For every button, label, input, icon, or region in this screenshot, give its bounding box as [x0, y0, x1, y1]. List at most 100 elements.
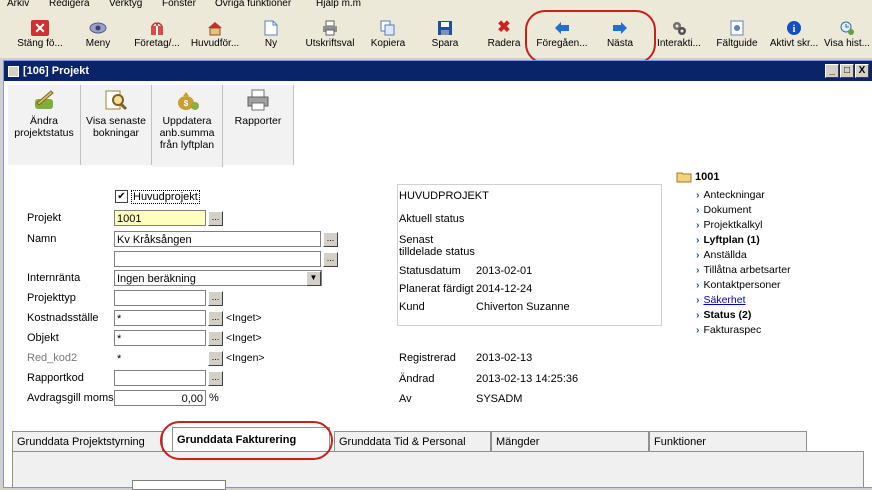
house-icon: [206, 20, 224, 36]
reports-action[interactable]: Rapporter: [223, 85, 294, 165]
project-window: [106] Projekt _ □ X Ändra projektstatus …: [3, 60, 872, 488]
info-icon: i: [785, 20, 803, 36]
av-label: Av: [399, 393, 412, 405]
tree-item-lyftplan[interactable]: › Lyftplan (1): [696, 234, 760, 246]
chevron-right-icon: ›: [696, 249, 700, 261]
menu-verktyg[interactable]: Verktyg: [109, 0, 142, 9]
menu-ovriga-funktioner[interactable]: Övriga funktioner: [215, 0, 291, 9]
kostnadsstalle-lookup-button[interactable]: ...: [208, 311, 223, 326]
objekt-lookup-button[interactable]: ...: [208, 331, 223, 346]
menu-hjalp[interactable]: Hjälp m.m: [316, 0, 361, 9]
projekt-lookup-button[interactable]: ...: [208, 211, 223, 226]
redkod2-field[interactable]: *: [114, 350, 206, 366]
new-button[interactable]: Ny: [251, 20, 291, 58]
andrad-value: 2013-02-13 14:25:36: [476, 373, 579, 385]
tree-item-projektkalkyl[interactable]: › Projektkalkyl: [696, 219, 762, 231]
change-project-status-action[interactable]: Ändra projektstatus: [8, 85, 81, 165]
kund-label: Kund: [399, 301, 425, 313]
tree-item-fakturaspec[interactable]: › Fakturaspec: [696, 324, 761, 336]
minimize-button[interactable]: _: [825, 64, 839, 78]
history-icon: [838, 20, 856, 36]
projekttyp-lookup-button[interactable]: ...: [208, 291, 223, 306]
tree-item-tillatna-arbetsarter[interactable]: › Tillåtna arbetsarter: [696, 264, 791, 276]
tree-item-status[interactable]: › Status (2): [696, 309, 751, 321]
objekt-field[interactable]: *: [114, 330, 206, 346]
huvudprojekt-checkbox[interactable]: ✔: [115, 190, 128, 203]
rapportkod-field[interactable]: [114, 370, 206, 386]
window-close-button[interactable]: X: [855, 64, 869, 78]
chevron-right-icon: ›: [696, 279, 700, 291]
company-gift-icon: [148, 20, 166, 36]
rapportkod-lookup-button[interactable]: ...: [208, 371, 223, 386]
maximize-button[interactable]: □: [840, 64, 854, 78]
highlight-circle-tab: [160, 421, 333, 460]
menu-redigera[interactable]: Redigera: [49, 0, 90, 9]
registrerad-label: Registrerad: [399, 352, 456, 364]
redkod2-lookup-button[interactable]: ...: [208, 351, 223, 366]
chevron-right-icon: ›: [696, 324, 700, 336]
namn-lookup-button[interactable]: ...: [323, 232, 338, 247]
menu-fonster[interactable]: Fönster: [162, 0, 196, 9]
window-titlebar: [106] Projekt _ □ X: [4, 61, 872, 81]
tree-item-anteckningar[interactable]: › Anteckningar: [696, 189, 765, 201]
edit-status-icon: [31, 89, 57, 111]
close-form-button[interactable]: ✕ Stäng fö...: [10, 20, 70, 58]
objekt-hint: <Inget>: [226, 332, 262, 344]
menu-button[interactable]: Meny: [74, 20, 122, 58]
svg-text:i: i: [793, 24, 796, 35]
tab-grunddata-projektstyrning[interactable]: Grunddata Projektstyrning: [12, 431, 163, 451]
highlight-circle-navigation: [525, 10, 656, 64]
field-guide-button[interactable]: Fältguide: [712, 20, 762, 58]
chevron-down-icon[interactable]: ▼: [306, 271, 321, 286]
copy-button[interactable]: Kopiera: [364, 20, 412, 58]
tree-item-dokument[interactable]: › Dokument: [696, 204, 751, 216]
print-options-button[interactable]: Utskriftsval: [300, 20, 360, 58]
partial-field[interactable]: [132, 480, 226, 490]
projekt-label: Projekt: [27, 212, 62, 224]
redkod2-hint: <Ingen>: [226, 352, 265, 364]
projekt-field[interactable]: 1001: [114, 210, 206, 226]
kostnadsstalle-hint: <Inget>: [226, 312, 262, 324]
tree-item-anstallda[interactable]: › Anställda: [696, 249, 747, 261]
delete-button[interactable]: ✖ Radera: [478, 20, 530, 58]
redkod2-label: Red_kod2: [27, 352, 78, 364]
namn2-lookup-button[interactable]: ...: [323, 252, 338, 267]
kostnadsstalle-field[interactable]: *: [114, 310, 206, 326]
toolbar: ✕ Stäng fö... Meny Företag/... Huvudför.…: [0, 14, 872, 58]
tree-root[interactable]: 1001: [695, 171, 719, 183]
update-bid-sum-action[interactable]: $ Uppdatera anb.summa från lyftplan: [152, 85, 223, 167]
andrad-label: Ändrad: [399, 373, 435, 385]
menu-arkiv[interactable]: Arkiv: [7, 0, 29, 9]
namn-field[interactable]: Kv Kråksången: [114, 231, 321, 247]
statusdatum-value: 2013-02-01: [476, 265, 533, 277]
huvudprojekt-label: Huvudprojekt: [131, 190, 200, 204]
tilldelade-status-label: tilldelade status: [399, 246, 475, 258]
main-company-button[interactable]: Huvudför...: [184, 20, 246, 58]
projekttyp-label: Projekttyp: [27, 292, 76, 304]
tree-item-sakerhet[interactable]: › Säkerhet: [696, 294, 746, 306]
tab-grunddata-tid-personal[interactable]: Grunddata Tid & Personal: [334, 431, 491, 451]
avdragsgill-moms-field[interactable]: 0,00: [114, 390, 206, 406]
show-history-button[interactable]: Visa hist...: [823, 20, 871, 58]
active-screen-button[interactable]: i Aktivt skr...: [765, 20, 823, 58]
rapportkod-label: Rapportkod: [27, 372, 84, 384]
internranta-select[interactable]: Ingen beräkning: [114, 270, 322, 286]
new-document-icon: [262, 20, 280, 36]
save-button[interactable]: Spara: [420, 20, 470, 58]
avdragsgill-moms-label: Avdragsgill moms: [27, 392, 114, 404]
namn2-field[interactable]: [114, 251, 321, 267]
report-printer-icon: [245, 89, 271, 111]
objekt-label: Objekt: [27, 332, 59, 344]
chevron-right-icon: ›: [696, 294, 700, 306]
company-button[interactable]: Företag/...: [128, 20, 186, 58]
show-latest-bookings-action[interactable]: Visa senaste bokningar: [81, 85, 152, 165]
projekttyp-field[interactable]: [114, 290, 206, 306]
statusdatum-label: Statusdatum: [399, 265, 461, 277]
tab-mangder[interactable]: Mängder: [491, 431, 649, 451]
chevron-right-icon: ›: [696, 234, 700, 246]
tab-funktioner[interactable]: Funktioner: [649, 431, 807, 451]
interaction-button[interactable]: Interakti...: [652, 20, 706, 58]
floppy-disk-icon: [436, 20, 454, 36]
close-x-icon: ✕: [31, 20, 49, 36]
tree-item-kontaktpersoner[interactable]: › Kontaktpersoner: [696, 279, 781, 291]
